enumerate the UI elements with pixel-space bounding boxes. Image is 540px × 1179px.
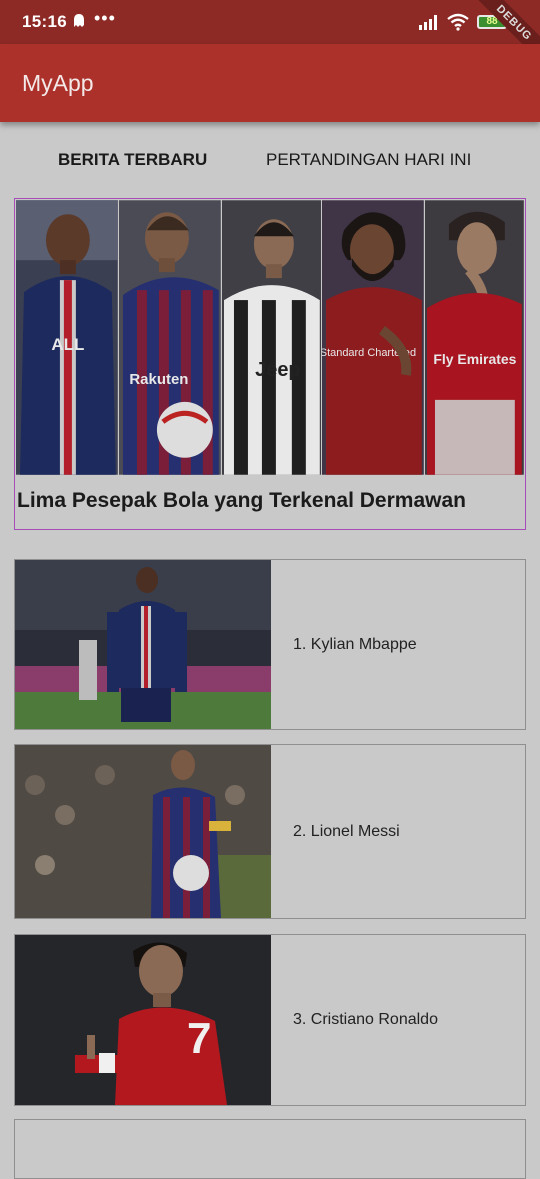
kit-sponsor-text: Jeep (255, 359, 300, 381)
news-list-item[interactable] (14, 1119, 526, 1179)
player-photo: Rakuten (118, 200, 221, 475)
wifi-icon (447, 13, 469, 31)
kit-sponsor-text: Fly Emirates (434, 351, 517, 367)
tab-bar: BERITA TERBARU PERTANDINGAN HARI INI (0, 140, 540, 184)
featured-image: ALL Rakuten Jeep Standard Chartered Fly … (16, 200, 524, 475)
player-thumbnail (15, 745, 271, 918)
player-thumbnail: 7 (15, 935, 271, 1105)
player-photo: Fly Emirates (425, 200, 524, 475)
player-photo: Standard Chartered (322, 200, 425, 475)
app-bar: MyApp (0, 44, 540, 122)
player-photo: ALL (16, 200, 118, 475)
featured-headline: Lima Pesepak Bola yang Terkenal Dermawan (17, 489, 466, 512)
news-list-item[interactable]: 7 3. Cristiano Ronaldo (14, 934, 526, 1106)
kit-sponsor-text: ALL (51, 335, 84, 354)
status-bar: 15:16 ••• 88 DEBUG (0, 0, 540, 72)
tab-berita-terbaru[interactable]: BERITA TERBARU (58, 150, 207, 170)
tab-pertandingan-hari-ini[interactable]: PERTANDINGAN HARI INI (266, 150, 471, 170)
news-item-title: 1. Kylian Mbappe (293, 635, 417, 653)
more-notifications-icon: ••• (94, 8, 116, 28)
player-thumbnail (15, 560, 271, 729)
featured-news-card[interactable]: ALL Rakuten Jeep Standard Chartered Fly … (14, 198, 526, 530)
svg-text:7: 7 (187, 1014, 211, 1063)
news-list-item[interactable]: 2. Lionel Messi (14, 744, 526, 919)
player-photo: Jeep (221, 200, 322, 475)
news-list-item[interactable]: 1. Kylian Mbappe (14, 559, 526, 730)
kit-sponsor-text: Rakuten (129, 371, 188, 388)
signal-icon (419, 15, 437, 30)
news-item-title: 3. Cristiano Ronaldo (293, 1011, 438, 1028)
notification-icon (74, 14, 84, 27)
app-title: MyApp (22, 70, 94, 96)
status-time: 15:16 (22, 12, 67, 31)
news-item-title: 2. Lionel Messi (293, 822, 400, 840)
